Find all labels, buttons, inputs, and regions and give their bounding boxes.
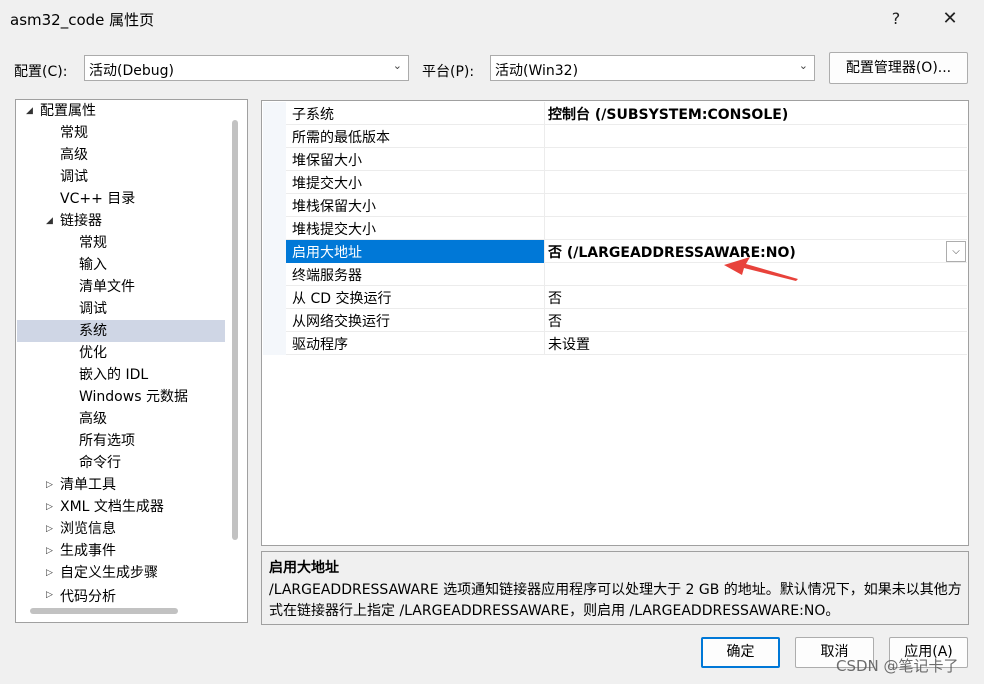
tree-vertical-scrollbar[interactable] bbox=[232, 120, 238, 540]
watermark: CSDN @笔记卡了 bbox=[836, 657, 959, 675]
column-separator bbox=[544, 148, 545, 171]
description-text: /LARGEADDRESSAWARE 选项通知链接器应用程序可以处理大于 2 G… bbox=[269, 582, 962, 619]
property-row[interactable]: 堆保留大小 bbox=[286, 148, 967, 171]
ok-button[interactable]: 确定 bbox=[701, 637, 780, 668]
column-separator bbox=[544, 286, 545, 309]
property-tree[interactable] bbox=[15, 99, 248, 623]
platform-label: 平台(P): bbox=[422, 64, 475, 80]
property-name: 启用大地址 bbox=[292, 245, 362, 261]
collapsed-icon[interactable]: ▷ bbox=[46, 546, 53, 556]
tree-item[interactable]: 高级 bbox=[79, 408, 107, 430]
property-row[interactable]: 堆提交大小 bbox=[286, 171, 967, 194]
configuration-manager-button[interactable]: 配置管理器(O)... bbox=[829, 52, 968, 84]
property-name: 堆栈提交大小 bbox=[292, 222, 376, 238]
tree-item[interactable]: Windows 元数据 bbox=[79, 386, 188, 408]
property-value[interactable]: 否 bbox=[548, 311, 562, 331]
tree-item[interactable]: 浏览信息 bbox=[60, 518, 116, 540]
property-name: 驱动程序 bbox=[292, 337, 348, 353]
tree-item[interactable]: 调试 bbox=[79, 298, 107, 320]
column-separator bbox=[544, 102, 545, 125]
column-separator bbox=[544, 217, 545, 240]
tree-item[interactable]: 清单工具 bbox=[60, 474, 116, 496]
description-title: 启用大地址 bbox=[269, 560, 339, 576]
property-row[interactable]: 驱动程序 未设置 bbox=[286, 332, 967, 355]
tree-item[interactable]: 常规 bbox=[79, 232, 107, 254]
collapsed-icon[interactable]: ▷ bbox=[46, 524, 53, 534]
collapsed-icon[interactable]: ▷ bbox=[46, 502, 53, 512]
platform-select[interactable]: 活动(Win32) ⌄ bbox=[490, 55, 815, 81]
title-bar: asm32_code 属性页 ? ✕ bbox=[0, 0, 984, 38]
collapsed-icon[interactable]: ▷ bbox=[46, 568, 53, 578]
tree-item[interactable]: 常规 bbox=[60, 122, 88, 144]
column-separator bbox=[544, 171, 545, 194]
tree-item[interactable]: 优化 bbox=[79, 342, 107, 364]
property-name: 堆提交大小 bbox=[292, 176, 362, 192]
expanded-icon[interactable]: ◢ bbox=[46, 216, 53, 226]
property-row[interactable]: 堆栈提交大小 bbox=[286, 217, 967, 240]
config-select[interactable]: 活动(Debug) ⌄ bbox=[84, 55, 409, 81]
column-separator bbox=[544, 263, 545, 286]
property-row[interactable]: 所需的最低版本 bbox=[286, 125, 967, 148]
tree-horizontal-scrollbar[interactable] bbox=[30, 608, 178, 614]
tree-item[interactable]: 调试 bbox=[60, 166, 88, 188]
help-button[interactable]: ? bbox=[876, 4, 916, 34]
tree-item[interactable]: XML 文档生成器 bbox=[60, 496, 164, 518]
config-label: 配置(C): bbox=[14, 64, 68, 80]
column-separator bbox=[544, 240, 545, 263]
property-row[interactable]: 启用大地址否 (/LARGEADDRESSAWARE:NO) bbox=[286, 240, 967, 263]
close-button[interactable]: ✕ bbox=[930, 4, 970, 34]
chevron-down-icon: ⌄ bbox=[392, 59, 402, 72]
chevron-down-icon[interactable]: ⌵ bbox=[946, 241, 966, 262]
description-panel: 启用大地址 /LARGEADDRESSAWARE 选项通知链接器应用程序可以处理… bbox=[261, 551, 969, 625]
property-name: 堆栈保留大小 bbox=[292, 199, 376, 215]
property-row[interactable]: 堆栈保留大小 bbox=[286, 194, 967, 217]
tree-item[interactable]: 系统 bbox=[17, 320, 225, 342]
tree-item[interactable]: 自定义生成步骤 bbox=[60, 562, 158, 584]
config-value: 活动(Debug) bbox=[89, 63, 174, 79]
tree-item[interactable]: 代码分析 bbox=[60, 584, 116, 604]
window-title: asm32_code 属性页 bbox=[10, 11, 155, 29]
property-row[interactable]: 从 CD 交换运行 否 bbox=[286, 286, 967, 309]
property-name: 所需的最低版本 bbox=[292, 130, 390, 146]
tree-item[interactable]: 配置属性 bbox=[40, 100, 96, 122]
property-name: 从网络交换运行 bbox=[292, 314, 390, 330]
property-value[interactable]: 控制台 (/SUBSYSTEM:CONSOLE) bbox=[548, 104, 788, 124]
tree-item[interactable]: 链接器 bbox=[60, 210, 102, 232]
property-row[interactable]: 终端服务器 bbox=[286, 263, 967, 286]
chevron-down-icon: ⌄ bbox=[798, 59, 808, 72]
property-value[interactable]: 否 bbox=[548, 288, 562, 308]
tree-item[interactable]: 所有选项 bbox=[79, 430, 135, 452]
property-name: 堆保留大小 bbox=[292, 153, 362, 169]
grid-gutter bbox=[263, 102, 286, 355]
tree-item[interactable]: VC++ 目录 bbox=[60, 188, 135, 210]
expanded-icon[interactable]: ◢ bbox=[26, 106, 33, 116]
column-separator bbox=[544, 194, 545, 217]
property-name: 从 CD 交换运行 bbox=[292, 291, 392, 307]
tree-item[interactable]: 生成事件 bbox=[60, 540, 116, 562]
tree-item[interactable]: 命令行 bbox=[79, 452, 121, 474]
property-name: 终端服务器 bbox=[292, 268, 362, 284]
annotation-arrow-icon bbox=[724, 257, 798, 281]
column-separator bbox=[544, 309, 545, 332]
tree-item[interactable]: 高级 bbox=[60, 144, 88, 166]
property-value[interactable]: 未设置 bbox=[548, 334, 590, 354]
column-separator bbox=[544, 332, 545, 355]
tree-item[interactable]: 嵌入的 IDL bbox=[79, 364, 148, 386]
property-row[interactable]: 子系统 控制台 (/SUBSYSTEM:CONSOLE) bbox=[286, 102, 967, 125]
collapsed-icon[interactable]: ▷ bbox=[46, 590, 53, 600]
tree-item[interactable]: 输入 bbox=[79, 254, 107, 276]
tree-item[interactable]: 清单文件 bbox=[79, 276, 135, 298]
collapsed-icon[interactable]: ▷ bbox=[46, 480, 53, 490]
column-separator bbox=[544, 125, 545, 148]
property-row[interactable]: 从网络交换运行 否 bbox=[286, 309, 967, 332]
property-name: 子系统 bbox=[292, 107, 334, 123]
platform-value: 活动(Win32) bbox=[495, 63, 579, 79]
